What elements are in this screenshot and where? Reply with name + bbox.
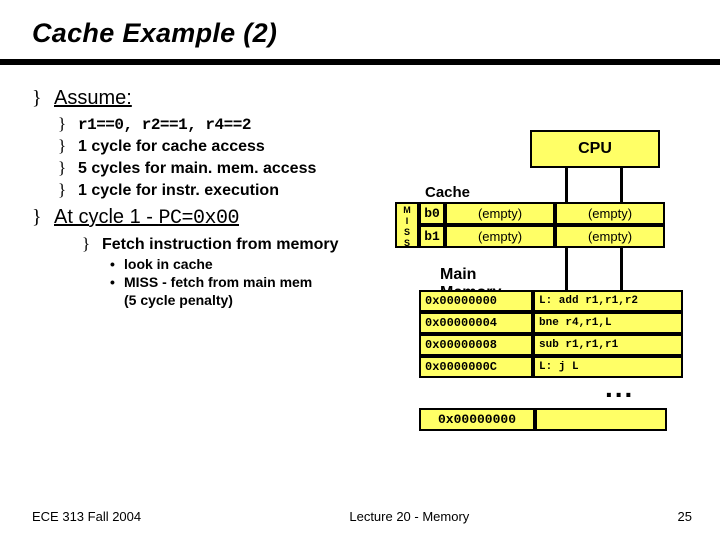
mm-row-1: 0x00000004 bne r4,r1,L: [419, 312, 683, 334]
cache-label: Cache: [425, 184, 470, 201]
cache-row-1: b1 (empty) (empty): [419, 225, 665, 248]
footer-right: 25: [678, 509, 692, 524]
mm-row-0: 0x00000000 L: add r1,r1,r2: [419, 290, 683, 312]
footer-left: ECE 313 Fall 2004: [32, 509, 141, 524]
assume-heading: } Assume:: [32, 87, 412, 110]
miss-box: MISS: [395, 202, 419, 248]
fetch-line: }Fetch instruction from memory: [82, 234, 412, 254]
title-rule: [0, 59, 720, 65]
cycle-heading: } At cycle 1 - PC=0x00: [32, 206, 412, 230]
mm-row-2: 0x00000008 sub r1,r1,r1: [419, 334, 683, 356]
slide-title: Cache Example (2): [32, 18, 692, 49]
footer-center: Lecture 20 - Memory: [349, 509, 469, 524]
footer: ECE 313 Fall 2004 Lecture 20 - Memory 25: [32, 509, 692, 524]
assume-list: }r1==0, r2==1, r4==2 }1 cycle for cache …: [58, 114, 412, 200]
fetch-sub: •look in cache •MISS - fetch from main m…: [110, 256, 412, 308]
mm-row-3: 0x0000000C L: j L: [419, 356, 683, 378]
mm-dots: ...: [605, 372, 634, 404]
cache-row-0: b0 (empty) (empty): [419, 202, 665, 225]
cpu-box: CPU: [530, 130, 660, 168]
pc-row: 0x00000000: [419, 408, 667, 431]
